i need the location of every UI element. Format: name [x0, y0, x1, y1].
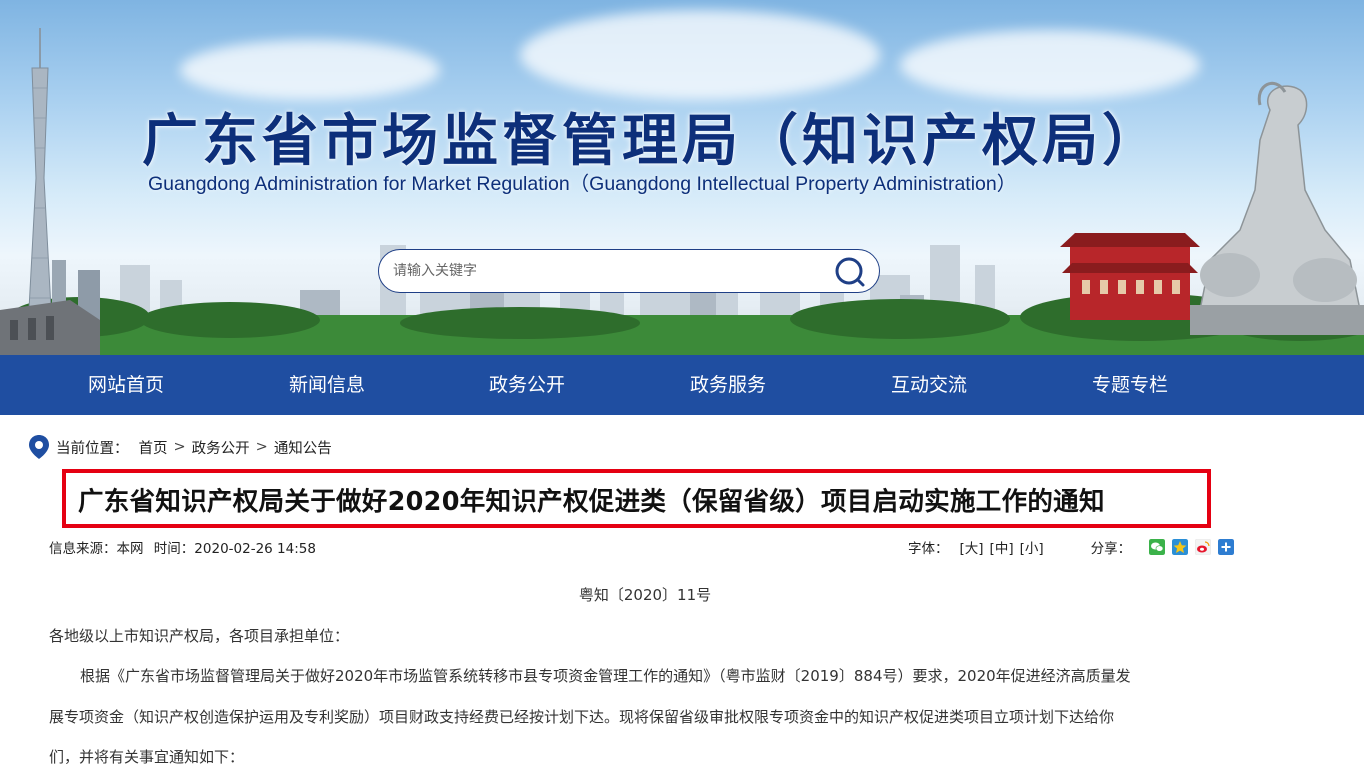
search-box	[378, 249, 880, 293]
five-goat-statue-image	[1190, 81, 1364, 335]
article-time: 时间：2020-02-26 14:58	[153, 541, 316, 557]
cloud-decoration	[520, 10, 880, 100]
search-icon[interactable]	[834, 256, 866, 288]
font-size-label: 字体：	[908, 541, 949, 557]
breadcrumb-link-government-affairs[interactable]: 政务公开	[192, 437, 250, 458]
font-size-large-button[interactable]: [大]	[960, 537, 984, 557]
share-label: 分享：	[1090, 541, 1132, 557]
weibo-icon[interactable]	[1195, 539, 1212, 555]
location-pin-icon	[29, 435, 49, 459]
search-input[interactable]	[393, 260, 823, 282]
article-tools: 字体： [大] [中] [小] 分享：	[908, 537, 1241, 557]
nav-item-special-topics[interactable]: 专题专栏	[1092, 355, 1168, 415]
nav-item-interaction[interactable]: 互动交流	[891, 355, 967, 415]
cloud-decoration	[180, 40, 440, 100]
site-title-chinese: 广东省市场监督管理局（知识产权局）	[142, 109, 1162, 174]
main-nav: 网站首页 新闻信息 政务公开 政务服务 互动交流 专题专栏	[0, 355, 1364, 415]
nav-item-government-services[interactable]: 政务服务	[690, 355, 766, 415]
article-meta: 信息来源：本网 时间：2020-02-26 14:58	[49, 537, 322, 557]
site-title-english: Guangdong Administration for Market Regu…	[148, 173, 1017, 195]
wechat-icon[interactable]	[1149, 539, 1166, 555]
breadcrumb-label: 当前位置：	[56, 440, 129, 457]
nav-item-news[interactable]: 新闻信息	[289, 355, 365, 415]
article-source: 信息来源：本网	[49, 541, 144, 557]
article-body-line: 根据《广东省市场监督管理局关于做好2020年市场监管系统转移市县专项资金管理工作…	[80, 667, 1131, 685]
breadcrumb-separator: >	[255, 439, 268, 455]
nav-item-government-affairs[interactable]: 政务公开	[489, 355, 565, 415]
nav-item-home[interactable]: 网站首页	[88, 355, 164, 415]
header-banner: 广东省市场监督管理局（知识产权局） Guangdong Administrati…	[0, 0, 1364, 355]
article-salutation: 各地级以上市知识产权局，各项目承担单位：	[49, 627, 350, 645]
cloud-decoration	[900, 30, 1200, 100]
breadcrumb-link-notices[interactable]: 通知公告	[274, 437, 332, 458]
breadcrumb: 当前位置： 首页 > 政务公开 > 通知公告	[28, 434, 332, 460]
article-body-line: 展专项资金（知识产权创造保护运用及专利奖励）项目财政支持经费已经按计划下达。现将…	[49, 708, 1115, 726]
article-title-highlight: 广东省知识产权局关于做好2020年知识产权促进类（保留省级）项目启动实施工作的通…	[62, 469, 1211, 528]
font-size-medium-button[interactable]: [中]	[990, 537, 1014, 557]
document-number: 粤知〔2020〕11号	[578, 586, 712, 604]
article-title: 广东省知识产权局关于做好2020年知识产权促进类（保留省级）项目启动实施工作的通…	[78, 487, 1105, 517]
more-share-icon[interactable]	[1218, 539, 1235, 555]
breadcrumb-separator: >	[173, 439, 186, 455]
breadcrumb-link-home[interactable]: 首页	[139, 437, 168, 458]
building-image	[0, 260, 100, 355]
article-body-line: 们，并将有关事宜通知如下：	[49, 748, 245, 766]
qzone-icon[interactable]	[1172, 539, 1189, 555]
font-size-small-button[interactable]: [小]	[1020, 537, 1044, 557]
